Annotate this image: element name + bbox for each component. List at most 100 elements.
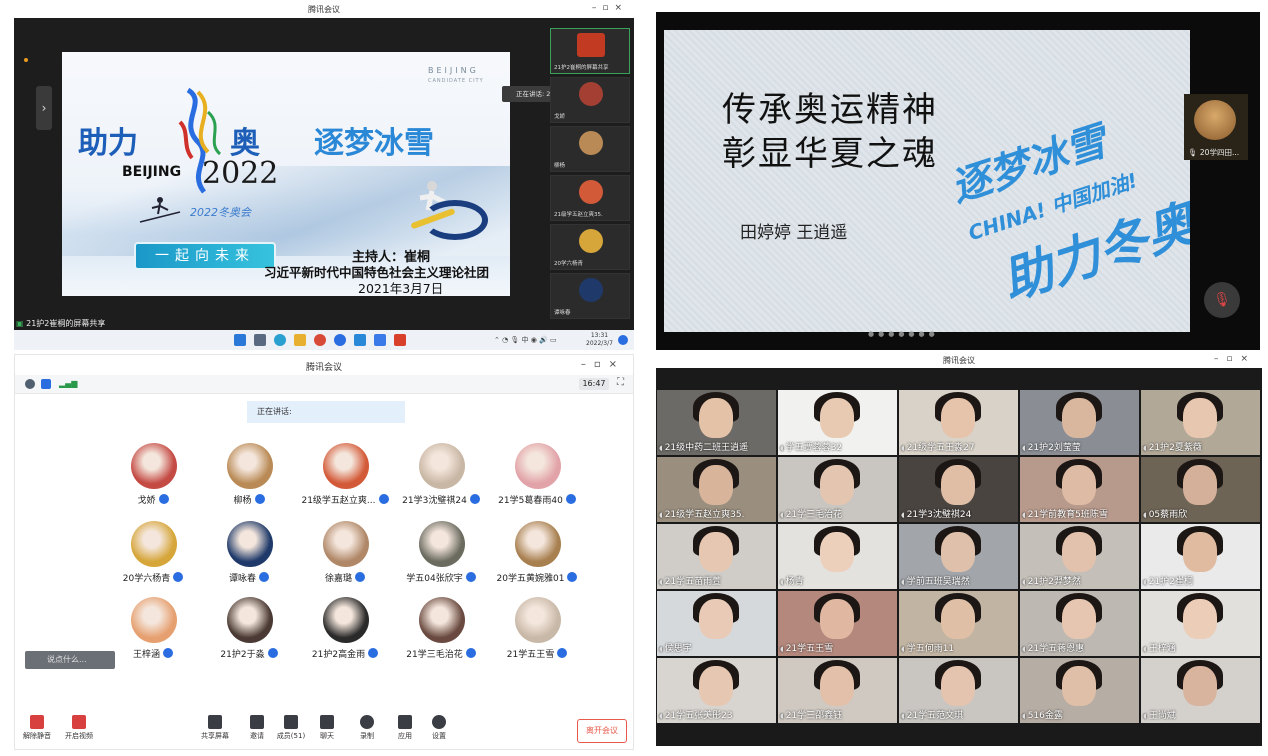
video-tile[interactable]: 21学3沈璧祺24 xyxy=(899,457,1018,522)
thumbnail-tile[interactable]: 谭咏春 xyxy=(550,273,630,319)
video-tile[interactable]: 21学五苗雨萱 xyxy=(657,524,776,589)
video-tile[interactable]: 21学五蒋恩惠 xyxy=(1020,591,1139,656)
thumbnail-tile[interactable]: 20学六杨青 xyxy=(550,224,630,270)
participant-name: 21级学五赵立爽... xyxy=(295,493,395,506)
participant-tile[interactable]: 20学五黄婉雅01 xyxy=(487,521,587,593)
window-controls[interactable]: –▫× xyxy=(1214,354,1256,364)
participant-name: 徐嘉璐 xyxy=(295,571,395,584)
participant-tile[interactable]: 学五04张欣宇 xyxy=(391,521,491,593)
settings-label: 设置 xyxy=(432,732,446,740)
participant-name-text: 戈娇 xyxy=(137,496,156,506)
person-face xyxy=(699,532,733,572)
video-tile[interactable]: 21护2刘莹莹 xyxy=(1020,390,1139,455)
share-screen-button[interactable]: 共享屏幕 xyxy=(195,715,235,741)
unmute-button[interactable]: 解除静音 xyxy=(17,715,57,741)
avatar xyxy=(323,443,369,489)
gallery-window: 腾讯会议 –▫× ▂▄▆ 16:47 ⛶ 正在讲话: 戈娇 柳杨 21级学五赵立爽.… xyxy=(14,354,634,750)
video-tile[interactable]: 21护2夏紫薇 xyxy=(1141,390,1260,455)
video-tile[interactable]: 21护2崔桐 xyxy=(1141,524,1260,589)
prev-page-button[interactable]: › xyxy=(36,86,52,130)
browser-icon[interactable] xyxy=(274,334,286,346)
participant-tile[interactable]: 21护2于淼 xyxy=(199,597,299,669)
mic-muted-icon[interactable]: 🎙 xyxy=(1204,282,1240,318)
participant-tile[interactable]: 20学六杨青 xyxy=(103,521,203,593)
video-tile[interactable]: 516金露 xyxy=(1020,658,1139,723)
leave-meeting-button[interactable]: 离开会议 xyxy=(577,719,627,743)
video-tile[interactable]: 05蔡雨欣 xyxy=(1141,457,1260,522)
shield-icon[interactable] xyxy=(41,379,51,389)
wps-icon[interactable] xyxy=(394,334,406,346)
participant-tile[interactable]: 21护2高金雨 xyxy=(295,597,395,669)
thumbnail-tile[interactable]: 21护2崔桐的屏幕共享 xyxy=(550,28,630,74)
participant-tile[interactable]: 徐嘉璐 xyxy=(295,521,395,593)
video-tile[interactable]: 学五何雨11 xyxy=(899,591,1018,656)
video-tile[interactable]: 21学前教育5班陈雪 xyxy=(1020,457,1139,522)
info-icon[interactable] xyxy=(25,379,35,389)
video-tile[interactable]: 学五贾蓉蓉32 xyxy=(778,390,897,455)
folder-icon[interactable] xyxy=(294,334,306,346)
video-tile[interactable]: 21学五王雪 xyxy=(778,591,897,656)
participant-tile[interactable]: 柳杨 xyxy=(199,443,299,515)
presentation-view: 传承奥运精神 彰显华夏之魂 田婷婷 王逍遥 逐梦冰雪 CHINA! 中国加油! … xyxy=(656,12,1260,350)
video-tile[interactable]: 21学五张美彤23 xyxy=(657,658,776,723)
video-tile[interactable]: 21护2羿梦然 xyxy=(1020,524,1139,589)
slide-title-part3: 逐梦冰雪 xyxy=(314,126,434,161)
chat-input[interactable]: 说点什么... xyxy=(25,651,115,669)
video-tile[interactable]: 侯思宇 xyxy=(657,591,776,656)
camera-thumbnail[interactable]: 🎙 20学四田... xyxy=(1184,94,1248,160)
participant-tile[interactable]: 戈娇 xyxy=(103,443,203,515)
thumbnail-tile[interactable]: 21级学五赵立爽35. xyxy=(550,175,630,221)
taskbar-clock[interactable]: 13:31 2022/3/7 xyxy=(586,332,613,348)
video-tile-label: 21学五蒋恩惠 xyxy=(1022,641,1084,654)
video-tile[interactable]: 王梓涵 xyxy=(1141,591,1260,656)
video-tile[interactable]: 21级学五王淼27 xyxy=(899,390,1018,455)
participant-tile[interactable]: 21学三毛治花 xyxy=(391,597,491,669)
participant-tile[interactable]: 21级学五赵立爽... xyxy=(295,443,395,515)
video-tile-label: 21护2崔桐 xyxy=(1143,574,1193,587)
members-button[interactable]: 成员(51) xyxy=(271,715,311,741)
video-label: 开启视频 xyxy=(65,732,93,740)
window-controls[interactable]: –▫× xyxy=(592,3,628,13)
participant-tile[interactable]: 王梓涵 xyxy=(103,597,203,669)
participant-tile[interactable]: 21学五王雪 xyxy=(487,597,587,669)
fullscreen-icon[interactable]: ⛶ xyxy=(617,377,624,388)
video-tile[interactable]: 21级学五赵立爽35. xyxy=(657,457,776,522)
person-face xyxy=(699,398,733,438)
participant-name-text: 21学三毛治花 xyxy=(406,650,463,660)
meeting-app-icon[interactable] xyxy=(374,334,386,346)
page-dots[interactable]: ●●●●●●● xyxy=(868,330,939,338)
participant-name-text: 20学五黄婉雅01 xyxy=(496,574,565,584)
record-button[interactable]: 录制 xyxy=(347,715,387,741)
video-tile-label: 王尚斌 xyxy=(1143,708,1176,721)
video-tile[interactable]: 学前五班吴瑞然 xyxy=(899,524,1018,589)
start-icon[interactable] xyxy=(234,334,246,346)
thumbnail-tile[interactable]: 戈娇 xyxy=(550,77,630,123)
participant-tile[interactable]: 谭咏春 xyxy=(199,521,299,593)
participant-tile[interactable]: 21学5葛春雨40 xyxy=(487,443,587,515)
thumbnail-tile[interactable]: 柳杨 xyxy=(550,126,630,172)
video-tile[interactable]: 杨青 xyxy=(778,524,897,589)
video-tile[interactable]: 王尚斌 xyxy=(1141,658,1260,723)
unmute-label: 解除静音 xyxy=(23,732,51,740)
taskview-icon[interactable] xyxy=(254,334,266,346)
avatar xyxy=(1194,100,1236,140)
chrome-icon[interactable] xyxy=(314,334,326,346)
video-tile[interactable]: 21学三邵鑫钰 xyxy=(778,658,897,723)
video-tile[interactable]: 21学三毛治花 xyxy=(778,457,897,522)
video-tile[interactable]: 21学五范文琪 xyxy=(899,658,1018,723)
window-controls[interactable]: –▫× xyxy=(581,359,625,370)
chat-button[interactable]: 聊天 xyxy=(307,715,347,741)
mail-icon[interactable] xyxy=(354,334,366,346)
video-button[interactable]: 开启视频 xyxy=(59,715,99,741)
mic-status-icon xyxy=(565,494,576,504)
avatar xyxy=(579,180,603,204)
clock-app-icon[interactable] xyxy=(334,334,346,346)
participant-tile[interactable]: 21学3沈璧祺24 xyxy=(391,443,491,515)
notification-icon[interactable] xyxy=(618,335,628,345)
os-taskbar: ⌃ ◔ 🎙 中 ◉ 🔊 ▭ 13:31 2022/3/7 xyxy=(14,330,634,350)
record-label: 录制 xyxy=(360,732,374,740)
slide-together-banner: 一起向未来 xyxy=(134,242,276,270)
video-tile[interactable]: 21级中药二班王逍遥 xyxy=(657,390,776,455)
settings-button[interactable]: 设置 xyxy=(419,715,459,741)
system-tray[interactable]: ⌃ ◔ 🎙 中 ◉ 🔊 ▭ xyxy=(494,335,557,345)
